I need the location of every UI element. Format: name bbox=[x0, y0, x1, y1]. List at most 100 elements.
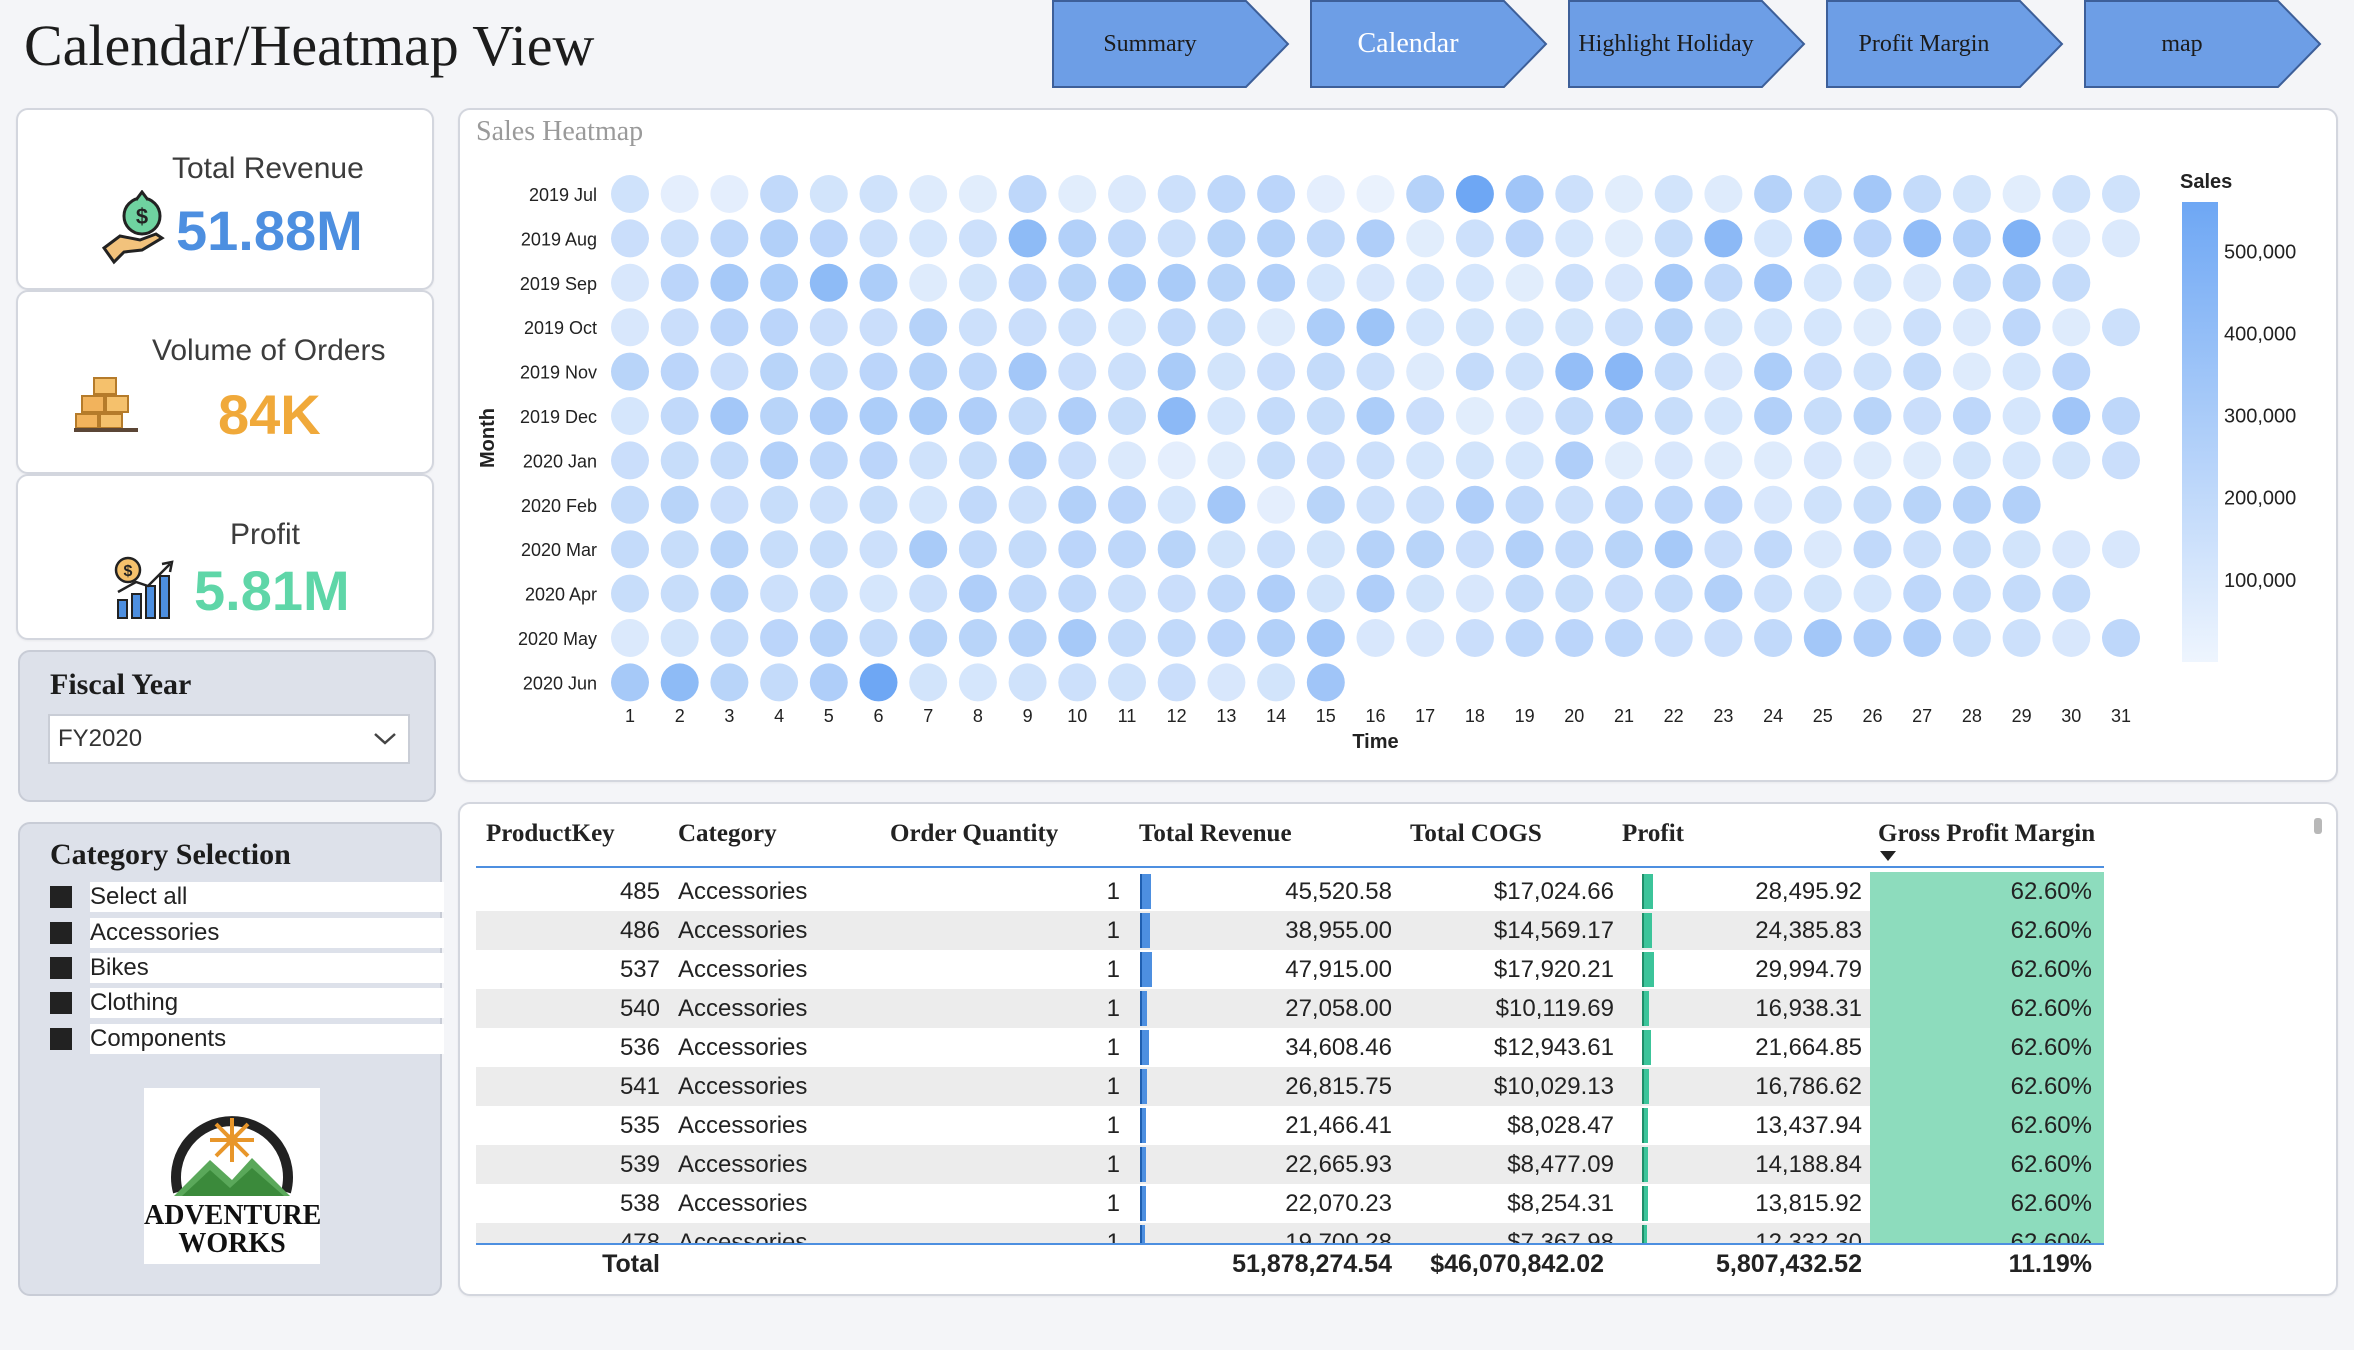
heatmap-cell[interactable] bbox=[611, 619, 649, 657]
heatmap-cell[interactable] bbox=[1008, 441, 1047, 480]
heatmap-cell[interactable] bbox=[760, 574, 799, 613]
heatmap-cell[interactable] bbox=[1704, 397, 1743, 435]
heatmap-cell[interactable] bbox=[909, 530, 948, 569]
heatmap-cell[interactable] bbox=[1108, 574, 1146, 613]
heatmap-cell[interactable] bbox=[1306, 619, 1345, 657]
heatmap-cell[interactable] bbox=[1008, 175, 1047, 213]
heatmap-cell[interactable] bbox=[611, 485, 649, 524]
heatmap-cell[interactable] bbox=[809, 441, 848, 480]
heatmap-cell[interactable] bbox=[859, 308, 898, 347]
heatmap-cell[interactable] bbox=[1903, 219, 1942, 258]
heatmap-cell[interactable] bbox=[1803, 397, 1842, 435]
heatmap-cell[interactable] bbox=[1455, 308, 1494, 347]
heatmap-cell[interactable] bbox=[1803, 175, 1842, 213]
heatmap-cell[interactable] bbox=[1704, 263, 1743, 302]
heatmap-cell[interactable] bbox=[1058, 574, 1097, 613]
heatmap-cell[interactable] bbox=[1157, 663, 1196, 702]
heatmap-cell[interactable] bbox=[1803, 308, 1842, 347]
heatmap-cell[interactable] bbox=[1058, 663, 1097, 702]
heatmap-cell[interactable] bbox=[1654, 441, 1693, 480]
heatmap-cell[interactable] bbox=[1207, 485, 1246, 524]
heatmap-cell[interactable] bbox=[1108, 175, 1146, 213]
heatmap-cell[interactable] bbox=[760, 308, 799, 347]
heatmap-cell[interactable] bbox=[760, 397, 799, 435]
heatmap-cell[interactable] bbox=[660, 397, 699, 435]
heatmap-cell[interactable] bbox=[1257, 619, 1296, 657]
heatmap-cell[interactable] bbox=[611, 175, 649, 213]
heatmap-cell[interactable] bbox=[1058, 397, 1097, 435]
heatmap-cell[interactable] bbox=[760, 485, 799, 524]
heatmap-cell[interactable] bbox=[1008, 619, 1047, 657]
heatmap-cell[interactable] bbox=[1356, 397, 1395, 435]
heatmap-cell[interactable] bbox=[1605, 485, 1643, 524]
heatmap-cell[interactable] bbox=[611, 263, 649, 302]
heatmap-cell[interactable] bbox=[2002, 619, 2041, 657]
heatmap-cell[interactable] bbox=[1455, 530, 1494, 569]
heatmap-cell[interactable] bbox=[1952, 485, 1991, 524]
heatmap-cell[interactable] bbox=[660, 574, 699, 613]
heatmap-cell[interactable] bbox=[1157, 263, 1196, 302]
heatmap-cell[interactable] bbox=[2002, 530, 2041, 569]
heatmap-cell[interactable] bbox=[1157, 175, 1196, 213]
category-item-accessories[interactable]: Accessories bbox=[50, 918, 444, 950]
heatmap-cell[interactable] bbox=[1108, 530, 1146, 569]
heatmap-cell[interactable] bbox=[1207, 219, 1246, 258]
heatmap-cell[interactable] bbox=[1952, 441, 1991, 480]
heatmap-cell[interactable] bbox=[1555, 352, 1594, 391]
heatmap-cell[interactable] bbox=[1207, 574, 1246, 613]
heatmap-cell[interactable] bbox=[1108, 663, 1146, 702]
heatmap-cell[interactable] bbox=[1008, 352, 1047, 391]
heatmap-cell[interactable] bbox=[1754, 263, 1793, 302]
table-row[interactable]: 541 Accessories 1 26,815.75 $10,029.13 16,786… bbox=[476, 1067, 2104, 1106]
heatmap-cell[interactable] bbox=[1157, 308, 1196, 347]
heatmap-cell[interactable] bbox=[1505, 219, 1544, 258]
heatmap-cell[interactable] bbox=[611, 219, 649, 258]
heatmap-cell[interactable] bbox=[1555, 308, 1594, 347]
heatmap-cell[interactable] bbox=[1952, 574, 1991, 613]
heatmap-cell[interactable] bbox=[1008, 663, 1047, 702]
heatmap-cell[interactable] bbox=[1803, 574, 1842, 613]
heatmap-cell[interactable] bbox=[1903, 574, 1942, 613]
heatmap-cell[interactable] bbox=[1505, 441, 1544, 480]
heatmap-cell[interactable] bbox=[859, 397, 898, 435]
heatmap-cell[interactable] bbox=[1306, 485, 1345, 524]
table-row[interactable]: 540 Accessories 1 27,058.00 $10,119.69 16,938… bbox=[476, 989, 2104, 1028]
heatmap-cell[interactable] bbox=[1555, 530, 1594, 569]
heatmap-cell[interactable] bbox=[710, 619, 749, 657]
table-row[interactable]: 485 Accessories 1 45,520.58 $17,024.66 28,495… bbox=[476, 872, 2104, 911]
heatmap-cell[interactable] bbox=[1108, 397, 1146, 435]
heatmap-cell[interactable] bbox=[1108, 263, 1146, 302]
heatmap-cell[interactable] bbox=[1505, 352, 1544, 391]
heatmap-cell[interactable] bbox=[1903, 308, 1942, 347]
sort-descending-icon[interactable] bbox=[1880, 851, 1896, 861]
heatmap-cell[interactable] bbox=[1455, 619, 1494, 657]
heatmap-cell[interactable] bbox=[1704, 352, 1743, 391]
heatmap-cell[interactable] bbox=[2102, 175, 2140, 213]
heatmap-cell[interactable] bbox=[611, 574, 649, 613]
heatmap-cell[interactable] bbox=[1853, 619, 1892, 657]
heatmap-cell[interactable] bbox=[859, 663, 898, 702]
heatmap-cell[interactable] bbox=[1903, 619, 1942, 657]
heatmap-cell[interactable] bbox=[1704, 530, 1743, 569]
heatmap-cell[interactable] bbox=[1505, 397, 1544, 435]
heatmap-cell[interactable] bbox=[710, 530, 749, 569]
heatmap-cell[interactable] bbox=[1605, 308, 1643, 347]
heatmap-cell[interactable] bbox=[1754, 397, 1793, 435]
column-header[interactable]: Profit bbox=[1622, 820, 1684, 848]
heatmap-cell[interactable] bbox=[1455, 219, 1494, 258]
heatmap-cell[interactable] bbox=[1356, 263, 1395, 302]
heatmap-cell[interactable] bbox=[1406, 619, 1445, 657]
heatmap-cell[interactable] bbox=[1555, 397, 1594, 435]
heatmap-cell[interactable] bbox=[2052, 441, 2091, 480]
heatmap-cell[interactable] bbox=[2102, 619, 2140, 657]
heatmap-cell[interactable] bbox=[710, 219, 749, 258]
heatmap-cell[interactable] bbox=[909, 219, 948, 258]
heatmap-cell[interactable] bbox=[958, 219, 997, 258]
heatmap-cell[interactable] bbox=[1754, 574, 1793, 613]
heatmap-cell[interactable] bbox=[2002, 574, 2041, 613]
heatmap-cell[interactable] bbox=[909, 263, 948, 302]
heatmap-cell[interactable] bbox=[1853, 530, 1892, 569]
heatmap-cell[interactable] bbox=[1207, 308, 1246, 347]
heatmap-cell[interactable] bbox=[1952, 219, 1991, 258]
heatmap-cell[interactable] bbox=[1455, 485, 1494, 524]
